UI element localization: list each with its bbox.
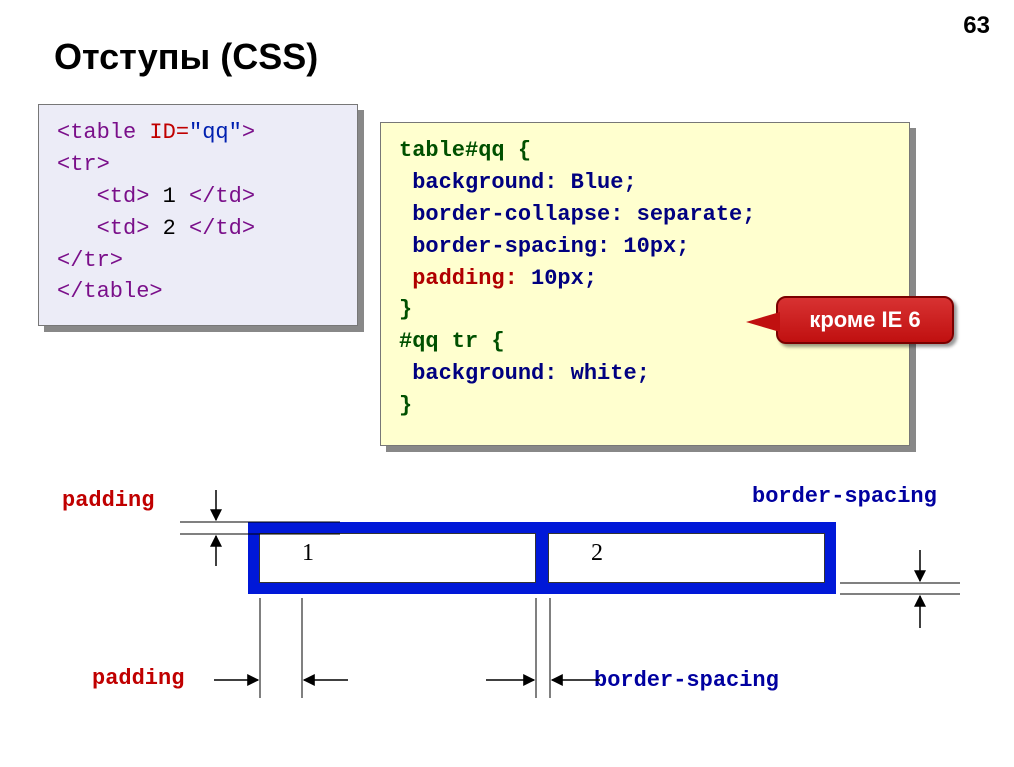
css-code: table#qq { background: Blue; border-coll… [399,135,891,422]
table-cell-1: 1 [259,533,536,583]
html-code: <table ID="qq"> <tr> <td> 1 </td> <td> 2… [57,117,339,308]
page-number: 63 [963,12,990,40]
label-border-spacing-bottom: border-spacing [594,668,779,693]
css-code-block: table#qq { background: Blue; border-coll… [380,122,910,446]
label-padding-bottom: padding [92,666,184,691]
callout-except-ie6: кроме IE 6 [776,296,954,344]
page-title: Отступы (CSS) [54,36,318,78]
label-border-spacing-top: border-spacing [752,484,937,509]
html-code-block: <table ID="qq"> <tr> <td> 1 </td> <td> 2… [38,104,358,326]
table-visual: 1 2 [248,522,836,594]
label-padding-top: padding [62,488,154,513]
table-cell-2: 2 [548,533,825,583]
